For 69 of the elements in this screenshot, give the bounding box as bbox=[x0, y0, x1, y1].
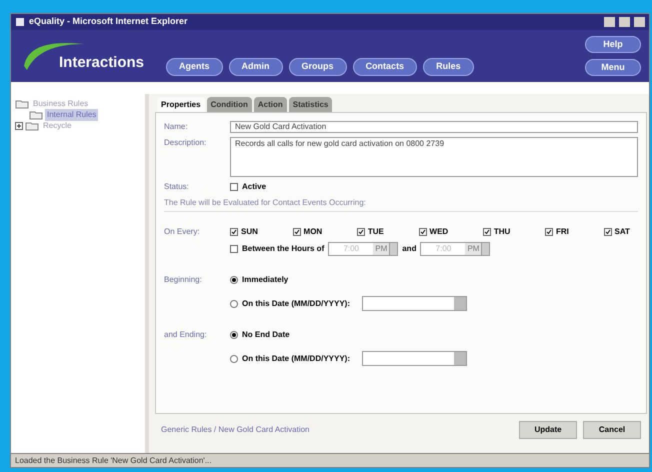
checkbox-label: WED bbox=[430, 226, 448, 238]
date-field[interactable] bbox=[362, 296, 468, 311]
radio-button[interactable] bbox=[230, 354, 238, 362]
checkbox[interactable] bbox=[292, 228, 301, 236]
checkbox[interactable] bbox=[230, 245, 238, 253]
tree-item[interactable]: Internal Rules bbox=[45, 108, 98, 120]
footer-button[interactable]: Update bbox=[519, 421, 577, 439]
name-field[interactable]: New Gold Card Activation bbox=[230, 121, 638, 133]
field-label: Beginning: bbox=[164, 274, 203, 286]
checkbox[interactable] bbox=[356, 228, 365, 236]
checkbox[interactable] bbox=[418, 228, 427, 236]
header-button[interactable]: Help bbox=[585, 36, 641, 53]
tab[interactable]: Statistics bbox=[288, 97, 332, 112]
nav-button[interactable]: Admin bbox=[228, 58, 283, 76]
nav-button[interactable]: Rules bbox=[423, 58, 474, 76]
checkbox-label: FRI bbox=[556, 226, 569, 238]
window-title: eQuality - Microsoft Internet Explorer bbox=[29, 15, 188, 28]
status-bar-text: Loaded the Business Rule 'New Gold Card Activation'... bbox=[15, 454, 212, 466]
joiner-text: and bbox=[402, 243, 416, 255]
ampm-text: PM bbox=[373, 243, 390, 255]
radio-label: Immediately bbox=[242, 274, 288, 286]
folder-icon bbox=[15, 98, 29, 108]
folder-icon bbox=[29, 110, 43, 120]
ampm-text: PM bbox=[465, 243, 482, 255]
field-label: On Every: bbox=[164, 226, 201, 238]
description-field[interactable]: Records all calls for new gold card activation on 0800 2739 bbox=[230, 137, 638, 177]
footer-button[interactable]: Cancel bbox=[583, 421, 641, 439]
radio-button[interactable] bbox=[230, 331, 238, 339]
header-button[interactable]: Menu bbox=[585, 59, 641, 76]
time-spinner[interactable]: 7:00 PM bbox=[420, 242, 490, 256]
tree-item[interactable]: Business Rules bbox=[31, 98, 90, 110]
checkbox[interactable] bbox=[230, 228, 238, 236]
app-logo-text: Interactions bbox=[59, 52, 144, 73]
section-heading: The Rule will be Evaluated for Contact Events Occurring: bbox=[164, 197, 638, 212]
checkbox-label: TUE bbox=[368, 226, 384, 238]
checkbox[interactable] bbox=[230, 183, 238, 191]
checkbox-label: Active bbox=[242, 181, 266, 193]
field-label: Description: bbox=[164, 137, 208, 149]
nav-button[interactable]: Groups bbox=[288, 58, 347, 76]
date-field[interactable] bbox=[362, 351, 468, 366]
radio-label: On this Date (MM/DD/YYYY): bbox=[242, 352, 350, 364]
time-text: 7:00 bbox=[342, 243, 360, 255]
checkbox-label: THU bbox=[494, 226, 510, 238]
nav-button[interactable]: Agents bbox=[166, 58, 223, 76]
field-label: Name: bbox=[164, 121, 189, 133]
expand-toggle-icon[interactable] bbox=[15, 122, 23, 130]
folder-icon bbox=[25, 120, 39, 130]
tab[interactable]: Condition bbox=[206, 97, 252, 112]
checkbox-label: MON bbox=[304, 226, 322, 238]
field-label: Status: bbox=[164, 181, 190, 193]
time-spinner[interactable]: 7:00 PM bbox=[328, 242, 398, 256]
checkbox[interactable] bbox=[544, 228, 553, 236]
breadcrumb-text: Generic Rules / New Gold Card Activation bbox=[161, 424, 311, 436]
tree-item[interactable]: Recycle bbox=[41, 120, 74, 132]
field-label: and Ending: bbox=[164, 329, 208, 341]
checkbox-label: SUN bbox=[241, 226, 258, 238]
radio-button[interactable] bbox=[230, 300, 238, 308]
time-text: 7:00 bbox=[434, 243, 452, 255]
tab[interactable]: Action bbox=[254, 97, 287, 112]
checkbox[interactable] bbox=[604, 228, 612, 236]
radio-label: On this Date (MM/DD/YYYY): bbox=[242, 298, 350, 310]
checkbox-label: SAT bbox=[614, 226, 630, 238]
nav-button[interactable]: Contacts bbox=[352, 58, 418, 76]
radio-button[interactable] bbox=[230, 276, 238, 284]
browser-icon bbox=[15, 17, 25, 27]
radio-label: No End Date bbox=[242, 329, 290, 341]
checkbox[interactable] bbox=[482, 228, 491, 236]
tab[interactable]: Properties bbox=[157, 97, 205, 112]
checkbox-label: Between the Hours of bbox=[242, 243, 324, 255]
